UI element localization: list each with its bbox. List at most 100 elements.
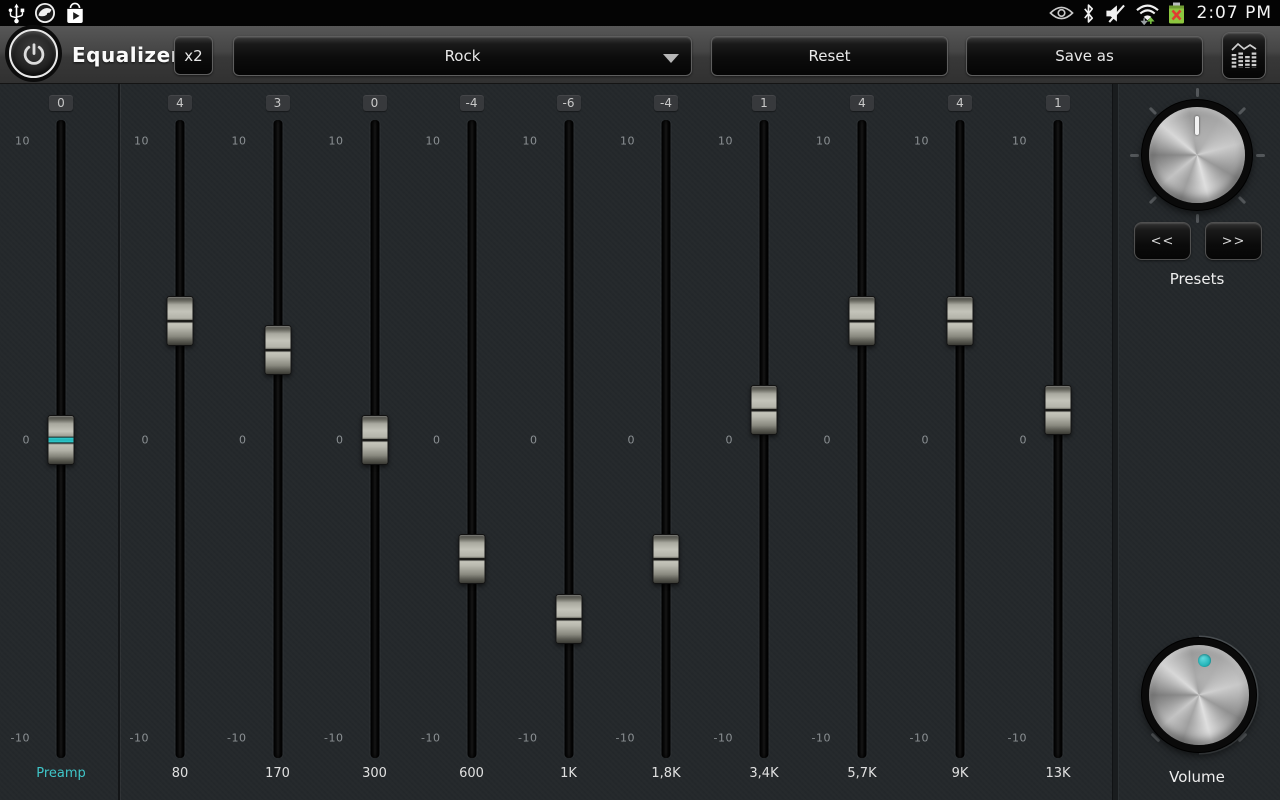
scale-label-mid: 0	[142, 434, 150, 447]
band-slider-track[interactable]	[467, 120, 476, 758]
scale-label-max: 10	[232, 135, 247, 148]
scale-label-min: -10	[616, 732, 635, 745]
presets-knob-tick	[1148, 195, 1156, 203]
power-button[interactable]	[9, 29, 58, 78]
band-slider-thumb[interactable]	[653, 534, 680, 584]
band-frequency-label: 80	[172, 766, 189, 781]
band-value-badge: 0	[363, 95, 387, 111]
band-frequency-label: 170	[265, 766, 290, 781]
preamp-divider	[118, 84, 120, 800]
band-frequency-label: 600	[459, 766, 484, 781]
band-slider-thumb[interactable]	[361, 415, 388, 465]
equalizer-app: 2:07 PM Equalizer x2 Rock Reset Save as	[0, 0, 1280, 800]
band-slider-thumb[interactable]	[947, 296, 974, 346]
volume-label: Volume	[1127, 768, 1267, 786]
band-slider-thumb[interactable]	[264, 325, 291, 375]
scale-label-min: -10	[812, 732, 831, 745]
scale-label-mid: 0	[23, 434, 31, 447]
multiplier-x2-button[interactable]: x2	[174, 36, 213, 75]
mute-icon	[1103, 3, 1127, 24]
band-slider-track[interactable]	[564, 120, 573, 758]
scale-label-max: 10	[816, 135, 831, 148]
reset-button[interactable]: Reset	[711, 36, 948, 76]
save-as-button[interactable]: Save as	[966, 36, 1203, 76]
scale-label-mid: 0	[824, 434, 832, 447]
eq-view-button[interactable]	[1222, 32, 1266, 79]
volume-knob[interactable]	[1149, 645, 1249, 745]
band-slider-thumb[interactable]	[849, 296, 876, 346]
scale-label-max: 10	[718, 135, 733, 148]
band-frequency-label: 9K	[952, 766, 969, 781]
jetaudio-icon	[34, 2, 56, 24]
presets-knob-tick	[1237, 195, 1245, 203]
status-bar-right: 2:07 PM	[1049, 2, 1273, 25]
band-value-badge: 1	[752, 95, 776, 111]
band-frequency-label: 5,7K	[847, 766, 876, 781]
band-slider-track[interactable]	[1054, 120, 1063, 758]
equalizer-panel: 0100-10Preamp4100-10803100-101700100-103…	[0, 84, 1280, 800]
band-slider-thumb[interactable]	[458, 534, 485, 584]
presets-knob-tick	[1237, 106, 1245, 114]
presets-knob-tick	[1130, 154, 1139, 157]
scale-label-mid: 0	[922, 434, 930, 447]
scale-label-min: -10	[11, 732, 30, 745]
scale-label-min: -10	[324, 732, 343, 745]
scale-label-mid: 0	[336, 434, 344, 447]
scale-label-max: 10	[620, 135, 635, 148]
scale-label-mid: 0	[726, 434, 734, 447]
band-frequency-label: 1,8K	[651, 766, 680, 781]
panel-divider	[1112, 84, 1119, 800]
scale-label-min: -10	[910, 732, 929, 745]
band-slider-track[interactable]	[273, 120, 282, 758]
band-slider-thumb[interactable]	[1045, 385, 1072, 435]
band-slider-track[interactable]	[662, 120, 671, 758]
scale-label-min: -10	[1008, 732, 1027, 745]
band-slider-thumb[interactable]	[751, 385, 778, 435]
band-value-badge: 1	[1046, 95, 1070, 111]
power-icon	[21, 41, 47, 67]
band-slider-track[interactable]	[858, 120, 867, 758]
band-slider-track[interactable]	[956, 120, 965, 758]
band-slider-thumb[interactable]	[555, 594, 582, 644]
page-title: Equalizer	[72, 26, 181, 84]
presets-label: Presets	[1127, 270, 1267, 288]
smart-stay-eye-icon	[1049, 5, 1074, 21]
status-bar-clock: 2:07 PM	[1193, 3, 1273, 23]
band-frequency-label: Preamp	[36, 766, 86, 781]
scale-label-max: 10	[329, 135, 344, 148]
band-value-badge: 0	[49, 95, 73, 111]
scale-label-min: -10	[421, 732, 440, 745]
presets-knob[interactable]	[1149, 107, 1245, 203]
chevron-down-icon	[663, 54, 679, 63]
presets-knob-indicator	[1195, 116, 1199, 135]
preset-next-button[interactable]: >>	[1205, 222, 1262, 260]
usb-icon	[8, 3, 25, 24]
band-value-badge: 4	[850, 95, 874, 111]
preset-prev-button[interactable]: <<	[1134, 222, 1191, 260]
band-slider-thumb[interactable]	[167, 296, 194, 346]
preset-dropdown-value: Rock	[234, 47, 691, 65]
battery-error-icon	[1168, 2, 1185, 24]
band-value-badge: -4	[654, 95, 678, 111]
band-frequency-label: 1K	[560, 766, 577, 781]
bluetooth-icon	[1082, 3, 1095, 24]
band-slider-thumb[interactable]	[48, 415, 75, 465]
scale-label-min: -10	[130, 732, 149, 745]
scale-label-mid: 0	[433, 434, 441, 447]
scale-label-max: 10	[914, 135, 929, 148]
scale-label-max: 10	[134, 135, 149, 148]
band-frequency-label: 3,4K	[749, 766, 778, 781]
play-store-icon	[65, 2, 85, 24]
band-value-badge: 4	[168, 95, 192, 111]
status-bar: 2:07 PM	[0, 0, 1280, 26]
band-value-badge: -4	[460, 95, 484, 111]
preset-dropdown[interactable]: Rock	[233, 36, 692, 76]
wifi-updown-icon	[1135, 2, 1160, 25]
scale-label-min: -10	[227, 732, 246, 745]
presets-knob-tick	[1196, 214, 1199, 223]
band-slider-track[interactable]	[176, 120, 185, 758]
band-frequency-label: 13K	[1045, 766, 1070, 781]
scale-label-max: 10	[426, 135, 441, 148]
presets-knob-tick	[1148, 106, 1156, 114]
band-slider-track[interactable]	[760, 120, 769, 758]
